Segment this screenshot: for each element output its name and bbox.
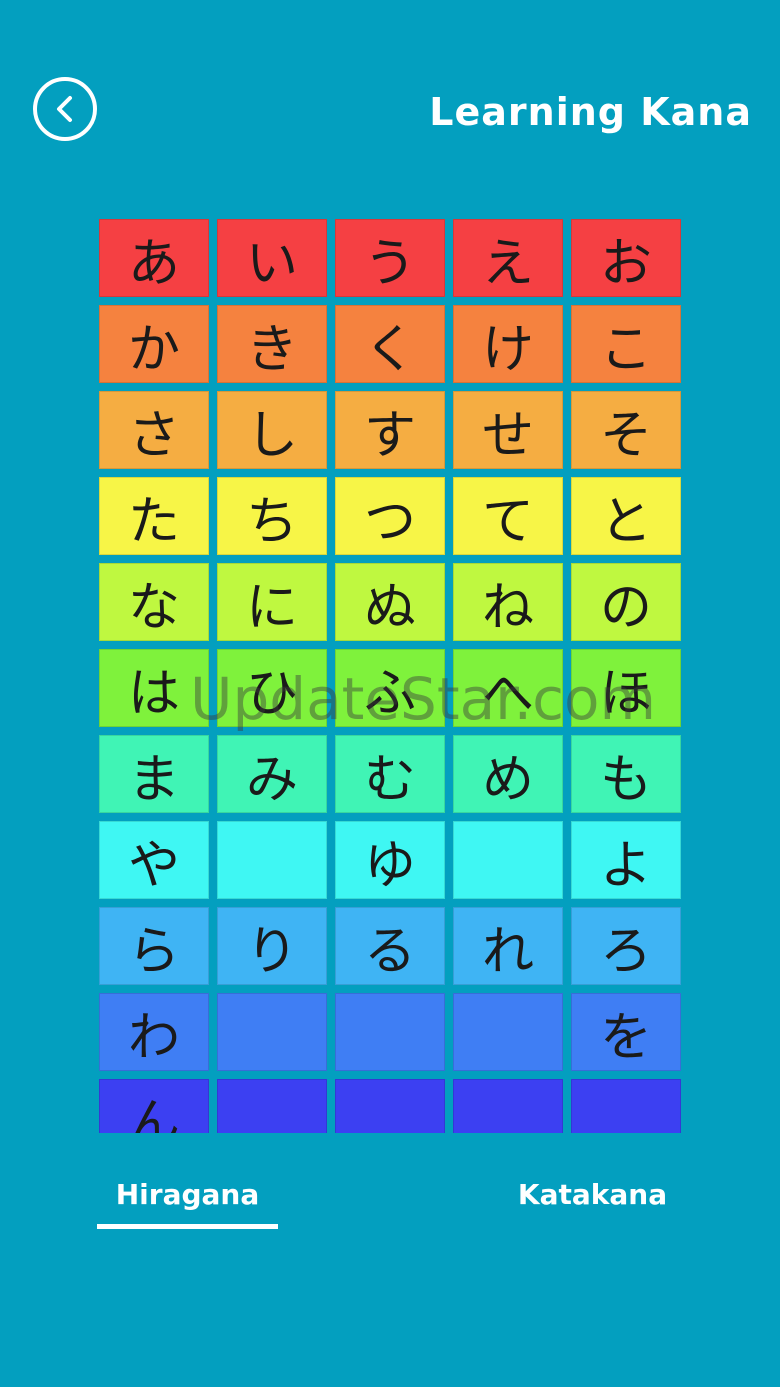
kana-cell[interactable]: や	[99, 821, 209, 899]
kana-cell[interactable]: ほ	[571, 649, 681, 727]
kana-cell[interactable]: れ	[453, 907, 563, 985]
chevron-left-icon	[57, 96, 72, 122]
kana-cell[interactable]: ね	[453, 563, 563, 641]
kana-cell[interactable]: く	[335, 305, 445, 383]
kana-cell[interactable]	[335, 1079, 445, 1133]
tab-katakana[interactable]: Katakana	[500, 1170, 685, 1220]
kana-cell[interactable]	[453, 821, 563, 899]
kana-cell[interactable]: け	[453, 305, 563, 383]
kana-row: らりるれろ	[99, 907, 681, 985]
kana-cell[interactable]	[217, 993, 327, 1071]
kana-cell[interactable]: も	[571, 735, 681, 813]
kana-cell[interactable]: ふ	[335, 649, 445, 727]
kana-grid: あいうえおかきくけこさしすせそたちつてとなにぬねのはひふへほまみむめもや ゆ よらり…	[99, 219, 681, 1133]
kana-cell[interactable]	[217, 1079, 327, 1133]
tab-bar: Hiragana Katakana	[0, 1170, 780, 1240]
kana-cell[interactable]: よ	[571, 821, 681, 899]
kana-row: かきくけこ	[99, 305, 681, 383]
kana-row: わを	[99, 993, 681, 1071]
tab-hiragana[interactable]: Hiragana	[97, 1170, 278, 1220]
kana-cell[interactable]: ろ	[571, 907, 681, 985]
kana-cell[interactable]: む	[335, 735, 445, 813]
kana-cell[interactable]: こ	[571, 305, 681, 383]
kana-cell[interactable]: つ	[335, 477, 445, 555]
kana-cell[interactable]	[453, 993, 563, 1071]
kana-cell[interactable]: え	[453, 219, 563, 297]
kana-cell[interactable]: た	[99, 477, 209, 555]
kana-cell[interactable]	[453, 1079, 563, 1133]
kana-row: やゆよ	[99, 821, 681, 899]
active-tab-indicator	[97, 1224, 278, 1229]
kana-row: はひふへほ	[99, 649, 681, 727]
kana-row: まみむめも	[99, 735, 681, 813]
kana-cell[interactable]: う	[335, 219, 445, 297]
kana-cell[interactable]: る	[335, 907, 445, 985]
kana-row: ん	[99, 1079, 681, 1133]
kana-cell[interactable]: き	[217, 305, 327, 383]
kana-cell[interactable]: と	[571, 477, 681, 555]
kana-cell[interactable]: ち	[217, 477, 327, 555]
back-button[interactable]	[33, 77, 97, 141]
kana-cell[interactable]	[335, 993, 445, 1071]
kana-cell[interactable]: い	[217, 219, 327, 297]
kana-cell[interactable]: み	[217, 735, 327, 813]
kana-cell[interactable]: わ	[99, 993, 209, 1071]
kana-cell[interactable]	[571, 1079, 681, 1133]
kana-cell[interactable]: ぬ	[335, 563, 445, 641]
kana-cell[interactable]: め	[453, 735, 563, 813]
kana-cell[interactable]: へ	[453, 649, 563, 727]
kana-cell[interactable]: し	[217, 391, 327, 469]
kana-cell[interactable]: ん	[99, 1079, 209, 1133]
kana-cell[interactable]: せ	[453, 391, 563, 469]
kana-cell[interactable]: の	[571, 563, 681, 641]
kana-cell[interactable]: に	[217, 563, 327, 641]
kana-cell[interactable]: そ	[571, 391, 681, 469]
kana-cell[interactable]: ら	[99, 907, 209, 985]
kana-cell[interactable]: を	[571, 993, 681, 1071]
kana-cell[interactable]: は	[99, 649, 209, 727]
kana-cell[interactable]: さ	[99, 391, 209, 469]
kana-row: なにぬねの	[99, 563, 681, 641]
kana-cell[interactable]: ま	[99, 735, 209, 813]
kana-row: あいうえお	[99, 219, 681, 297]
kana-cell[interactable]: な	[99, 563, 209, 641]
page-title: Learning Kana	[429, 90, 752, 134]
kana-cell[interactable]: か	[99, 305, 209, 383]
kana-cell[interactable]	[217, 821, 327, 899]
kana-row: さしすせそ	[99, 391, 681, 469]
kana-cell[interactable]: ゆ	[335, 821, 445, 899]
kana-cell[interactable]: ひ	[217, 649, 327, 727]
kana-cell[interactable]: お	[571, 219, 681, 297]
kana-cell[interactable]: す	[335, 391, 445, 469]
kana-cell[interactable]: て	[453, 477, 563, 555]
kana-row: たちつてと	[99, 477, 681, 555]
kana-cell[interactable]: り	[217, 907, 327, 985]
kana-cell[interactable]: あ	[99, 219, 209, 297]
